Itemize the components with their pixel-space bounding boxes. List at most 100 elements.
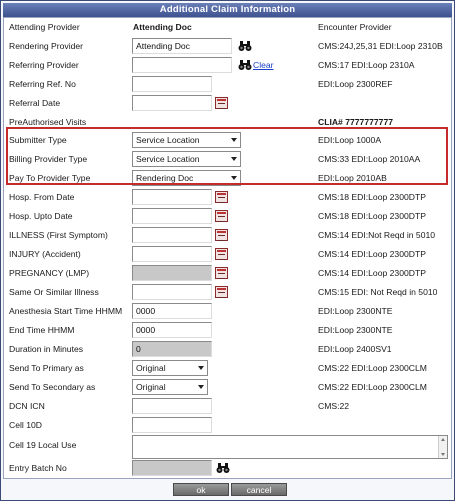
billing-type-info: CMS:33 EDI:Loop 2010AA <box>318 154 421 164</box>
row-send-secondary: Send To Secondary as Original CMS:22 EDI… <box>4 378 453 397</box>
send-primary-label: Send To Primary as <box>9 363 84 373</box>
calendar-icon[interactable] <box>215 286 228 298</box>
same-illness-label: Same Or Similar Illness <box>9 287 99 297</box>
send-primary-value: Original <box>136 363 166 373</box>
dcn-icn-label: DCN ICN <box>9 401 45 411</box>
hosp-upto-input[interactable] <box>132 208 212 224</box>
cell-10d-input[interactable] <box>132 417 212 433</box>
rendering-label: Rendering Provider <box>9 41 84 51</box>
binoculars-icon[interactable] <box>216 462 230 474</box>
referring-ref-info: EDI:Loop 2300REF <box>318 79 393 89</box>
illness-label: ILLNESS (First Symptom) <box>9 230 108 240</box>
send-secondary-value: Original <box>136 382 166 392</box>
row-end-time: End Time HHMM EDI:Loop 2300NTE <box>4 321 453 340</box>
binoculars-icon[interactable] <box>238 40 252 52</box>
row-anesthesia-start: Anesthesia Start Time HHMM EDI:Loop 2300… <box>4 302 453 321</box>
clear-link[interactable]: Clear <box>253 60 274 70</box>
illness-input[interactable] <box>132 227 212 243</box>
illness-info: CMS:14 EDI:Not Reqd in 5010 <box>318 230 436 240</box>
referring-info: CMS:17 EDI:Loop 2310A <box>318 60 415 70</box>
anesthesia-start-input[interactable] <box>132 303 212 319</box>
anesthesia-start-info: EDI:Loop 2300NTE <box>318 306 393 316</box>
row-dcn-icn: DCN ICN CMS:22 <box>4 397 453 416</box>
same-illness-input[interactable] <box>132 284 212 300</box>
referring-provider-input[interactable] <box>132 57 232 73</box>
pregnancy-label: PREGNANCY (LMP) <box>9 268 90 278</box>
row-entry-batch: Entry Batch No <box>4 459 453 478</box>
referring-ref-input[interactable] <box>132 76 212 92</box>
billing-type-label: Billing Provider Type <box>9 154 88 164</box>
scrollbar[interactable] <box>438 436 447 458</box>
dcn-icn-input[interactable] <box>132 398 212 414</box>
row-illness: ILLNESS (First Symptom) CMS:14 EDI:Not R… <box>4 226 453 245</box>
row-duration: Duration in Minutes EDI:Loop 2400SV1 <box>4 340 453 359</box>
end-time-input[interactable] <box>132 322 212 338</box>
duration-label: Duration in Minutes <box>9 344 84 354</box>
chevron-down-icon <box>198 366 204 370</box>
referral-date-input[interactable] <box>132 95 212 111</box>
chevron-down-icon <box>231 176 237 180</box>
row-referral-date: Referral Date <box>4 94 453 113</box>
pregnancy-info: CMS:14 EDI:Loop 2300DTP <box>318 268 426 278</box>
calendar-icon[interactable] <box>215 97 228 109</box>
attending-value: Attending Doc <box>133 22 192 32</box>
send-secondary-select[interactable]: Original <box>132 379 208 395</box>
calendar-icon[interactable] <box>215 267 228 279</box>
end-time-label: End Time HHMM <box>9 325 75 335</box>
hosp-upto-label: Hosp. Upto Date <box>9 211 73 221</box>
send-secondary-label: Send To Secondary as <box>9 382 96 392</box>
hosp-from-label: Hosp. From Date <box>9 192 75 202</box>
row-hosp-upto: Hosp. Upto Date CMS:18 EDI:Loop 2300DTP <box>4 207 453 226</box>
cancel-button[interactable]: cancel <box>231 483 287 496</box>
row-pregnancy: PREGNANCY (LMP) CMS:14 EDI:Loop 2300DTP <box>4 264 453 283</box>
anesthesia-start-label: Anesthesia Start Time HHMM <box>9 306 123 316</box>
calendar-icon[interactable] <box>215 191 228 203</box>
hosp-upto-info: CMS:18 EDI:Loop 2300DTP <box>318 211 426 221</box>
payto-type-info: EDI:Loop 2010AB <box>318 173 387 183</box>
submitter-type-value: Service Location <box>136 135 200 145</box>
row-injury: INJURY (Accident) CMS:14 EDI:Loop 2300DT… <box>4 245 453 264</box>
cell-19-textarea[interactable] <box>132 435 448 459</box>
row-cell-19: Cell 19 Local Use <box>4 434 453 460</box>
row-hosp-from: Hosp. From Date CMS:18 EDI:Loop 2300DTP <box>4 188 453 207</box>
send-secondary-info: CMS:22 EDI:Loop 2300CLM <box>318 382 427 392</box>
row-rendering: Rendering Provider CMS:24J,25,31 EDI:Loo… <box>4 37 453 56</box>
end-time-info: EDI:Loop 2300NTE <box>318 325 393 335</box>
chevron-down-icon <box>231 138 237 142</box>
payto-type-label: Pay To Provider Type <box>9 173 91 183</box>
hosp-from-info: CMS:18 EDI:Loop 2300DTP <box>318 192 426 202</box>
hosp-from-input[interactable] <box>132 189 212 205</box>
same-illness-info: CMS:15 EDI: Not Reqd in 5010 <box>318 287 438 297</box>
referring-label: Referring Provider <box>9 60 79 70</box>
send-primary-select[interactable]: Original <box>132 360 208 376</box>
clia-number: CLIA# 7777777777 <box>318 117 394 127</box>
cell-19-label: Cell 19 Local Use <box>9 440 77 450</box>
injury-input[interactable] <box>132 246 212 262</box>
duration-info: EDI:Loop 2400SV1 <box>318 344 392 354</box>
dialog-title: Additional Claim Information <box>3 3 452 17</box>
billing-type-select[interactable]: Service Location <box>132 151 241 167</box>
rendering-info: CMS:24J,25,31 EDI:Loop 2310B <box>318 41 443 51</box>
payto-type-select[interactable]: Rendering Doc <box>132 170 241 186</box>
attending-label: Attending Provider <box>9 22 80 32</box>
ok-button[interactable]: ok <box>173 483 229 496</box>
chevron-down-icon <box>231 157 237 161</box>
binoculars-icon[interactable] <box>238 59 252 71</box>
attending-info: Encounter Provider <box>318 22 392 32</box>
button-bar: ok cancel <box>3 480 452 498</box>
injury-label: INJURY (Accident) <box>9 249 81 259</box>
rendering-provider-input[interactable] <box>132 38 232 54</box>
calendar-icon[interactable] <box>215 229 228 241</box>
row-preauth: PreAuthorised Visits CLIA# 7777777777 <box>4 113 453 132</box>
row-cell-10d: Cell 10D <box>4 416 453 435</box>
row-submitter-type: Submitter Type Service Location EDI:Loop… <box>4 131 453 150</box>
claim-info-dialog: Additional Claim Information Attending P… <box>0 0 455 501</box>
cell-10d-label: Cell 10D <box>9 420 42 430</box>
calendar-icon[interactable] <box>215 248 228 260</box>
payto-type-value: Rendering Doc <box>136 173 194 183</box>
calendar-icon[interactable] <box>215 210 228 222</box>
submitter-type-info: EDI:Loop 1000A <box>318 135 382 145</box>
row-payto-type: Pay To Provider Type Rendering Doc EDI:L… <box>4 169 453 188</box>
chevron-down-icon <box>198 385 204 389</box>
submitter-type-select[interactable]: Service Location <box>132 132 241 148</box>
